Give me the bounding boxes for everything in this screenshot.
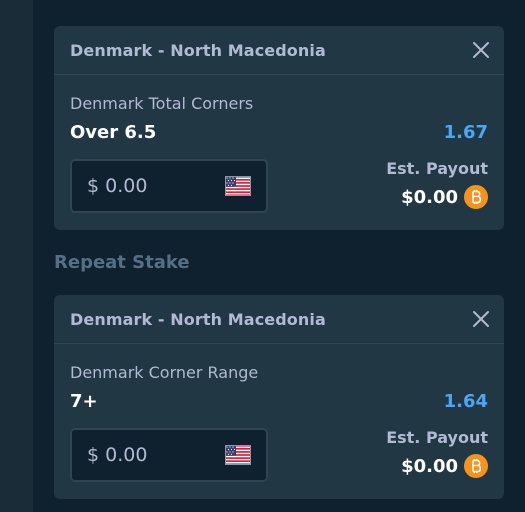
market-name: Denmark Corner Range [70,363,259,382]
stake-field[interactable] [70,159,268,213]
stake-input[interactable] [87,175,217,197]
payout-row: $0.00 [401,185,488,209]
bet-card-header: Denmark - North Macedonia [54,26,504,75]
payout-label: Est. Payout [386,159,488,178]
odds-value: 1.67 [443,122,488,143]
close-icon [473,42,489,58]
match-title[interactable]: Denmark - North Macedonia [70,41,326,60]
odds-value: 1.64 [443,391,488,412]
payout-value: $0.00 [401,455,458,477]
us-flag-icon [225,176,251,196]
remove-bet-button[interactable] [471,309,491,329]
match-title[interactable]: Denmark - North Macedonia [70,310,326,329]
payout-row: $0.00 [401,454,488,478]
bet-card: Denmark - North Macedonia Denmark Corner… [54,295,504,499]
bitcoin-icon [464,185,488,209]
bitcoin-icon [464,454,488,478]
close-icon [473,311,489,327]
payout-label: Est. Payout [386,428,488,447]
selection-name: Over 6.5 [70,122,157,143]
repeat-stake-button[interactable]: Repeat Stake [54,252,190,273]
payout-value: $0.00 [401,186,458,208]
stake-field[interactable] [70,428,268,482]
selection-name: 7+ [70,391,98,412]
bet-card-header: Denmark - North Macedonia [54,295,504,344]
bet-card: Denmark - North Macedonia Denmark Total … [54,26,504,230]
left-rail [0,0,33,512]
stake-input[interactable] [87,444,217,466]
market-name: Denmark Total Corners [70,94,254,113]
remove-bet-button[interactable] [471,40,491,60]
us-flag-icon [225,445,251,465]
